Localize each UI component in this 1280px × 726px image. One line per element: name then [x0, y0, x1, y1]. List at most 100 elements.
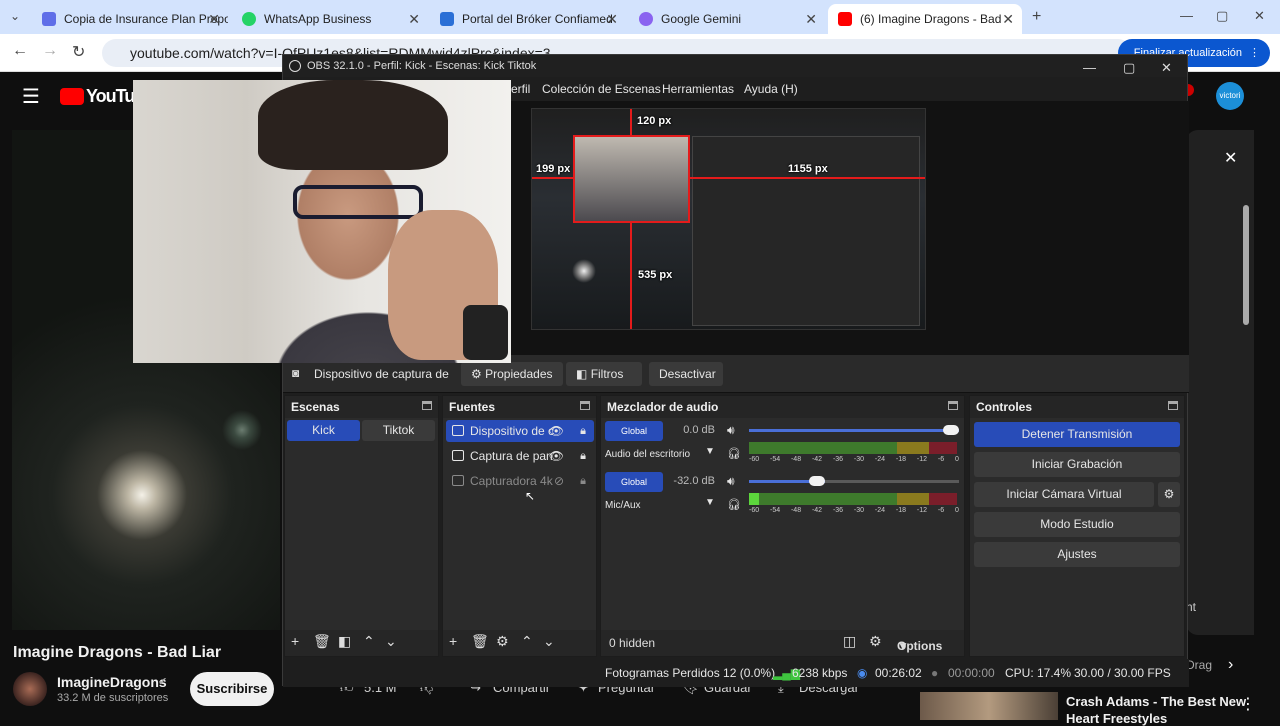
undock-icon[interactable]: [1168, 401, 1178, 410]
tab-gemini[interactable]: Google Gemini ✕: [629, 4, 825, 34]
channel-badge[interactable]: Global: [605, 472, 663, 492]
volume-knob[interactable]: [808, 476, 825, 486]
headphones-icon[interactable]: 🎧︎: [727, 447, 741, 460]
eye-icon[interactable]: 👁︎: [549, 445, 564, 467]
scenes-footer: + 🗑︎ ◧ ⌃ ⌄: [285, 630, 438, 656]
menu-scene-collection[interactable]: Colección de Escenas: [542, 82, 661, 96]
volume-icon[interactable]: 🔊︎: [727, 474, 735, 489]
chevron-up-icon[interactable]: ⌃: [363, 633, 375, 650]
add-icon[interactable]: +: [291, 633, 299, 649]
scrollbar[interactable]: [1243, 205, 1249, 325]
close-icon[interactable]: ✕: [408, 11, 420, 28]
source-item[interactable]: Captura de pan 👁︎ 🔒︎: [446, 445, 594, 467]
preview-canvas[interactable]: 120 px 199 px 1155 px 535 px: [531, 108, 926, 330]
maximize-icon[interactable]: ▢: [1216, 8, 1228, 24]
virtual-camera-settings-button[interactable]: ⚙: [1158, 482, 1180, 507]
tab-youtube[interactable]: (6) Imagine Dragons - Bad ✕: [828, 4, 1022, 34]
lock-icon[interactable]: 🔒︎: [580, 470, 586, 492]
lock-icon[interactable]: 🔒︎: [580, 420, 586, 442]
channel-name[interactable]: ImagineDragons: [57, 674, 167, 690]
more-icon[interactable]: ⋮: [1240, 694, 1256, 714]
headphones-icon[interactable]: 🎧︎: [727, 498, 741, 511]
menu-tools[interactable]: Herramientas: [662, 82, 734, 96]
add-icon[interactable]: +: [449, 633, 457, 649]
channel-avatar[interactable]: [13, 672, 47, 706]
back-icon[interactable]: ←: [12, 42, 28, 60]
tab-insurance[interactable]: Copia de Insurance Plan Propo ✕: [32, 4, 228, 34]
advanced-audio-icon[interactable]: ⚙: [869, 633, 882, 650]
related-video-thumbnail[interactable]: [920, 692, 1058, 720]
dock-header: Fuentes: [443, 396, 596, 418]
undock-icon[interactable]: [580, 401, 590, 410]
volume-slider[interactable]: [749, 476, 959, 486]
menu-help[interactable]: Ayuda (H): [744, 82, 798, 96]
meter-tick-label: -42: [811, 507, 823, 514]
chevron-down-icon[interactable]: ⌄: [385, 633, 397, 650]
gear-icon[interactable]: ⚙: [496, 633, 509, 650]
tab-whatsapp[interactable]: WhatsApp Business ✕: [232, 4, 428, 34]
close-icon[interactable]: ✕: [1002, 11, 1014, 28]
volume-icon[interactable]: 🔊︎: [727, 423, 735, 438]
forward-icon[interactable]: →: [42, 42, 58, 60]
scene-tiktok[interactable]: Tiktok: [362, 420, 435, 441]
undock-icon[interactable]: [422, 401, 432, 410]
tab-broker-portal[interactable]: Portal del Bróker Confiamed ✕: [430, 4, 626, 34]
close-icon[interactable]: ✕: [805, 11, 817, 28]
gear-icon: ⚙: [1163, 487, 1175, 501]
volume-slider[interactable]: [749, 425, 959, 435]
eye-icon[interactable]: 👁︎: [549, 420, 564, 442]
settings-button[interactable]: Ajustes: [974, 542, 1180, 567]
minimize-icon[interactable]: —: [1180, 8, 1193, 23]
channel-db: -32.0 dB: [673, 475, 715, 487]
close-window-icon[interactable]: ✕: [1254, 8, 1265, 24]
related-video-title[interactable]: Crash Adams - The Best New: [1066, 694, 1246, 709]
chevron-down-icon[interactable]: ⌄: [543, 633, 555, 650]
menu-profile[interactable]: erfil: [511, 82, 530, 96]
maximize-icon[interactable]: ▢: [1123, 57, 1135, 79]
related-video-title-line2[interactable]: Heart Freestyles: [1066, 711, 1167, 726]
properties-button[interactable]: ⚙ Propiedades: [461, 362, 563, 386]
chevron-right-icon[interactable]: ›: [1228, 656, 1233, 674]
source-item[interactable]: Capturadora 4k ⊘ 🔒︎: [446, 470, 594, 492]
source-bounding-box[interactable]: [573, 135, 690, 223]
close-icon[interactable]: ✕: [606, 11, 618, 28]
chip-text[interactable]: Drag: [1186, 658, 1212, 672]
profile-avatar[interactable]: victori: [1216, 82, 1244, 110]
camera-icon: [452, 475, 464, 486]
new-tab-icon[interactable]: +: [1032, 8, 1041, 26]
close-icon[interactable]: ✕: [208, 11, 220, 28]
volume-knob[interactable]: [943, 425, 959, 435]
meter-tick-label: -36: [832, 507, 844, 514]
chevron-up-icon[interactable]: ⌃: [521, 633, 533, 650]
filter-icon[interactable]: ◧: [338, 633, 351, 650]
close-icon[interactable]: ✕: [1161, 57, 1172, 79]
start-virtual-camera-button[interactable]: Iniciar Cámara Virtual: [974, 482, 1154, 507]
channel-badge[interactable]: Global: [605, 421, 663, 441]
chevron-down-icon[interactable]: ▼: [705, 446, 715, 457]
obs-logo-icon: [289, 60, 301, 72]
reload-icon[interactable]: ↻: [72, 42, 85, 62]
scene-kick[interactable]: Kick: [287, 420, 360, 441]
undock-icon[interactable]: [948, 401, 958, 410]
guide-label-bottom: 535 px: [638, 269, 673, 281]
tab-search-icon[interactable]: ⌄: [10, 9, 20, 23]
stop-stream-button[interactable]: Detener Transmisión: [974, 422, 1180, 447]
filters-button[interactable]: ◧ Filtros: [566, 362, 642, 386]
close-icon[interactable]: ✕: [1224, 148, 1237, 168]
more-icon[interactable]: ⋮: [1249, 39, 1260, 67]
youtube-logo-icon[interactable]: [60, 88, 84, 105]
source-item[interactable]: Dispositivo de c 👁︎ 🔒︎: [446, 420, 594, 442]
chevron-down-icon[interactable]: ▼: [705, 497, 715, 508]
deactivate-button[interactable]: Desactivar: [649, 362, 723, 386]
lock-icon[interactable]: 🔒︎: [580, 445, 586, 467]
source-name: Capturadora 4k: [470, 474, 553, 488]
trash-icon[interactable]: 🗑︎: [313, 633, 331, 650]
layout-icon[interactable]: ◫: [843, 633, 856, 650]
studio-mode-button[interactable]: Modo Estudio: [974, 512, 1180, 537]
trash-icon[interactable]: 🗑︎: [471, 633, 489, 650]
menu-icon[interactable]: ☰: [22, 84, 40, 109]
subscribe-button[interactable]: Suscribirse: [190, 672, 274, 706]
start-recording-button[interactable]: Iniciar Grabación: [974, 452, 1180, 477]
minimize-icon[interactable]: —: [1083, 57, 1096, 79]
eye-hidden-icon[interactable]: ⊘: [554, 470, 564, 492]
